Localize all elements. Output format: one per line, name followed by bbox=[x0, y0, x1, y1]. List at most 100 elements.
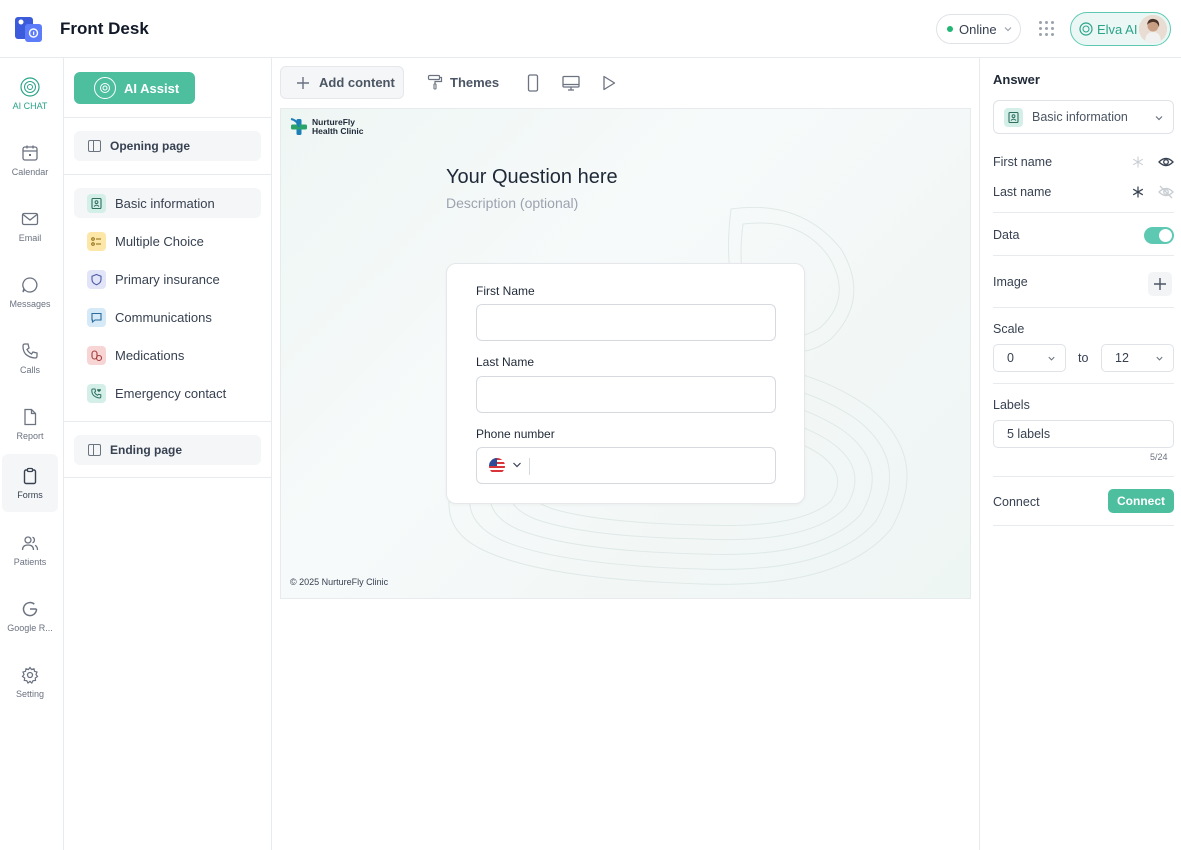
paint-roller-icon bbox=[427, 74, 443, 90]
nav-patients[interactable]: Patients bbox=[2, 522, 58, 578]
question-item-communications[interactable]: Communications bbox=[74, 302, 261, 332]
shield-icon bbox=[87, 269, 106, 289]
chevron-down-icon bbox=[1004, 27, 1012, 32]
list-icon bbox=[87, 231, 106, 251]
data-toggle[interactable] bbox=[1144, 227, 1174, 244]
required-asterisk-icon[interactable] bbox=[1131, 155, 1145, 169]
nav-setting[interactable]: Setting bbox=[2, 654, 58, 710]
phone-icon bbox=[22, 343, 38, 359]
divider bbox=[993, 307, 1174, 308]
add-content-button[interactable]: Add content bbox=[280, 66, 404, 99]
layout-icon bbox=[88, 444, 101, 456]
google-icon bbox=[22, 601, 38, 617]
nav-report[interactable]: Report bbox=[2, 396, 58, 452]
status-dot bbox=[947, 26, 953, 32]
nav-forms[interactable]: Forms bbox=[2, 454, 58, 512]
nav-ai-chat[interactable]: AI CHAT bbox=[2, 66, 58, 122]
first-name-input[interactable] bbox=[476, 304, 776, 341]
chevron-down-icon[interactable] bbox=[512, 460, 522, 470]
chevron-down-icon bbox=[1155, 116, 1163, 121]
clipboard-icon bbox=[23, 467, 37, 485]
clinic-logo-icon bbox=[290, 118, 307, 135]
status-label: Online bbox=[959, 21, 997, 37]
scale-min-select[interactable]: 0 bbox=[993, 344, 1066, 372]
question-item-multiple-choice[interactable]: Multiple Choice bbox=[74, 226, 261, 256]
calendar-icon bbox=[22, 145, 38, 161]
opening-page-item[interactable]: Opening page bbox=[74, 131, 261, 161]
required-asterisk-icon[interactable] bbox=[1131, 185, 1145, 199]
user-menu[interactable]: Elva AI bbox=[1070, 12, 1171, 46]
answer-title: Answer bbox=[993, 72, 1040, 87]
divider bbox=[993, 525, 1174, 526]
layout-icon bbox=[88, 140, 101, 152]
image-setting-label: Image bbox=[993, 275, 1028, 289]
chevron-down-icon bbox=[1048, 356, 1055, 361]
form-preview-canvas: NurtureFly Health Clinic Your Question h… bbox=[280, 108, 971, 599]
nav-messages[interactable]: Messages bbox=[2, 264, 58, 320]
answer-settings-panel: Answer Basic information First name Last… bbox=[979, 58, 1181, 850]
desktop-preview-icon[interactable] bbox=[561, 73, 581, 93]
us-flag-icon[interactable] bbox=[489, 458, 505, 474]
top-bar: Front Desk Online Elva AI bbox=[0, 0, 1181, 58]
document-icon bbox=[24, 408, 37, 426]
nav-email[interactable]: Email bbox=[2, 198, 58, 254]
nav-calls[interactable]: Calls bbox=[2, 330, 58, 386]
avatar[interactable] bbox=[1139, 15, 1167, 43]
ai-assist-button[interactable]: AI Assist bbox=[74, 72, 195, 104]
gear-icon bbox=[21, 666, 39, 684]
divider bbox=[993, 212, 1174, 213]
plus-icon bbox=[297, 76, 309, 89]
phone-heart-icon bbox=[87, 383, 106, 403]
question-item-medications[interactable]: Medications bbox=[74, 340, 261, 370]
scale-setting-label: Scale bbox=[993, 322, 1025, 336]
form-outline-panel: AI Assist Opening page Basic information… bbox=[64, 58, 272, 850]
plus-icon bbox=[1154, 278, 1166, 290]
pills-icon bbox=[87, 345, 106, 365]
nav-calendar[interactable]: Calendar bbox=[2, 132, 58, 188]
add-image-button[interactable] bbox=[1148, 272, 1172, 296]
last-name-setting-label: Last name bbox=[993, 185, 1052, 199]
divider bbox=[64, 477, 272, 478]
labels-input[interactable]: 5 labels bbox=[993, 420, 1174, 448]
connect-button[interactable]: Connect bbox=[1108, 489, 1174, 513]
phone-number-input[interactable] bbox=[476, 447, 776, 484]
clinic-logo: NurtureFly Health Clinic bbox=[290, 118, 363, 136]
question-item-basic-information[interactable]: Basic information bbox=[74, 188, 261, 218]
mail-icon bbox=[21, 212, 39, 226]
last-name-input[interactable] bbox=[476, 376, 776, 413]
question-item-emergency-contact[interactable]: Emergency contact bbox=[74, 378, 261, 408]
divider bbox=[993, 476, 1174, 477]
eye-off-icon[interactable] bbox=[1158, 184, 1174, 200]
scale-max-select[interactable]: 12 bbox=[1101, 344, 1174, 372]
question-title[interactable]: Your Question here bbox=[446, 166, 618, 189]
app-logo-icon[interactable] bbox=[14, 14, 44, 44]
last-name-label: Last Name bbox=[476, 355, 535, 369]
play-preview-icon[interactable] bbox=[599, 73, 619, 93]
first-name-label: First Name bbox=[476, 284, 535, 298]
users-icon bbox=[21, 536, 39, 551]
form-card: First Name Last Name Phone number bbox=[446, 263, 805, 504]
divider bbox=[64, 117, 272, 118]
ending-page-item[interactable]: Ending page bbox=[74, 435, 261, 465]
ai-orb-icon bbox=[94, 77, 116, 99]
chevron-down-icon bbox=[1156, 356, 1163, 361]
connect-setting-label: Connect bbox=[993, 495, 1040, 509]
question-item-primary-insurance[interactable]: Primary insurance bbox=[74, 264, 261, 294]
user-name: Elva AI bbox=[1097, 21, 1138, 37]
apps-grid-icon[interactable] bbox=[1037, 19, 1055, 37]
ai-orb-icon bbox=[20, 77, 40, 97]
contact-card-icon bbox=[1004, 107, 1023, 127]
eye-icon[interactable] bbox=[1158, 154, 1174, 170]
question-description[interactable]: Description (optional) bbox=[446, 195, 578, 211]
status-dropdown[interactable]: Online bbox=[936, 14, 1021, 44]
mobile-preview-icon[interactable] bbox=[523, 73, 543, 93]
divider bbox=[993, 255, 1174, 256]
ai-orb-icon bbox=[1079, 22, 1093, 36]
clinic-name-line2: Health Clinic bbox=[312, 126, 364, 136]
answer-type-select[interactable]: Basic information bbox=[993, 100, 1174, 134]
phone-number-label: Phone number bbox=[476, 427, 555, 441]
divider bbox=[993, 383, 1174, 384]
themes-button[interactable]: Themes bbox=[427, 74, 499, 90]
divider bbox=[64, 421, 272, 422]
nav-google-reviews[interactable]: Google R... bbox=[2, 588, 58, 644]
